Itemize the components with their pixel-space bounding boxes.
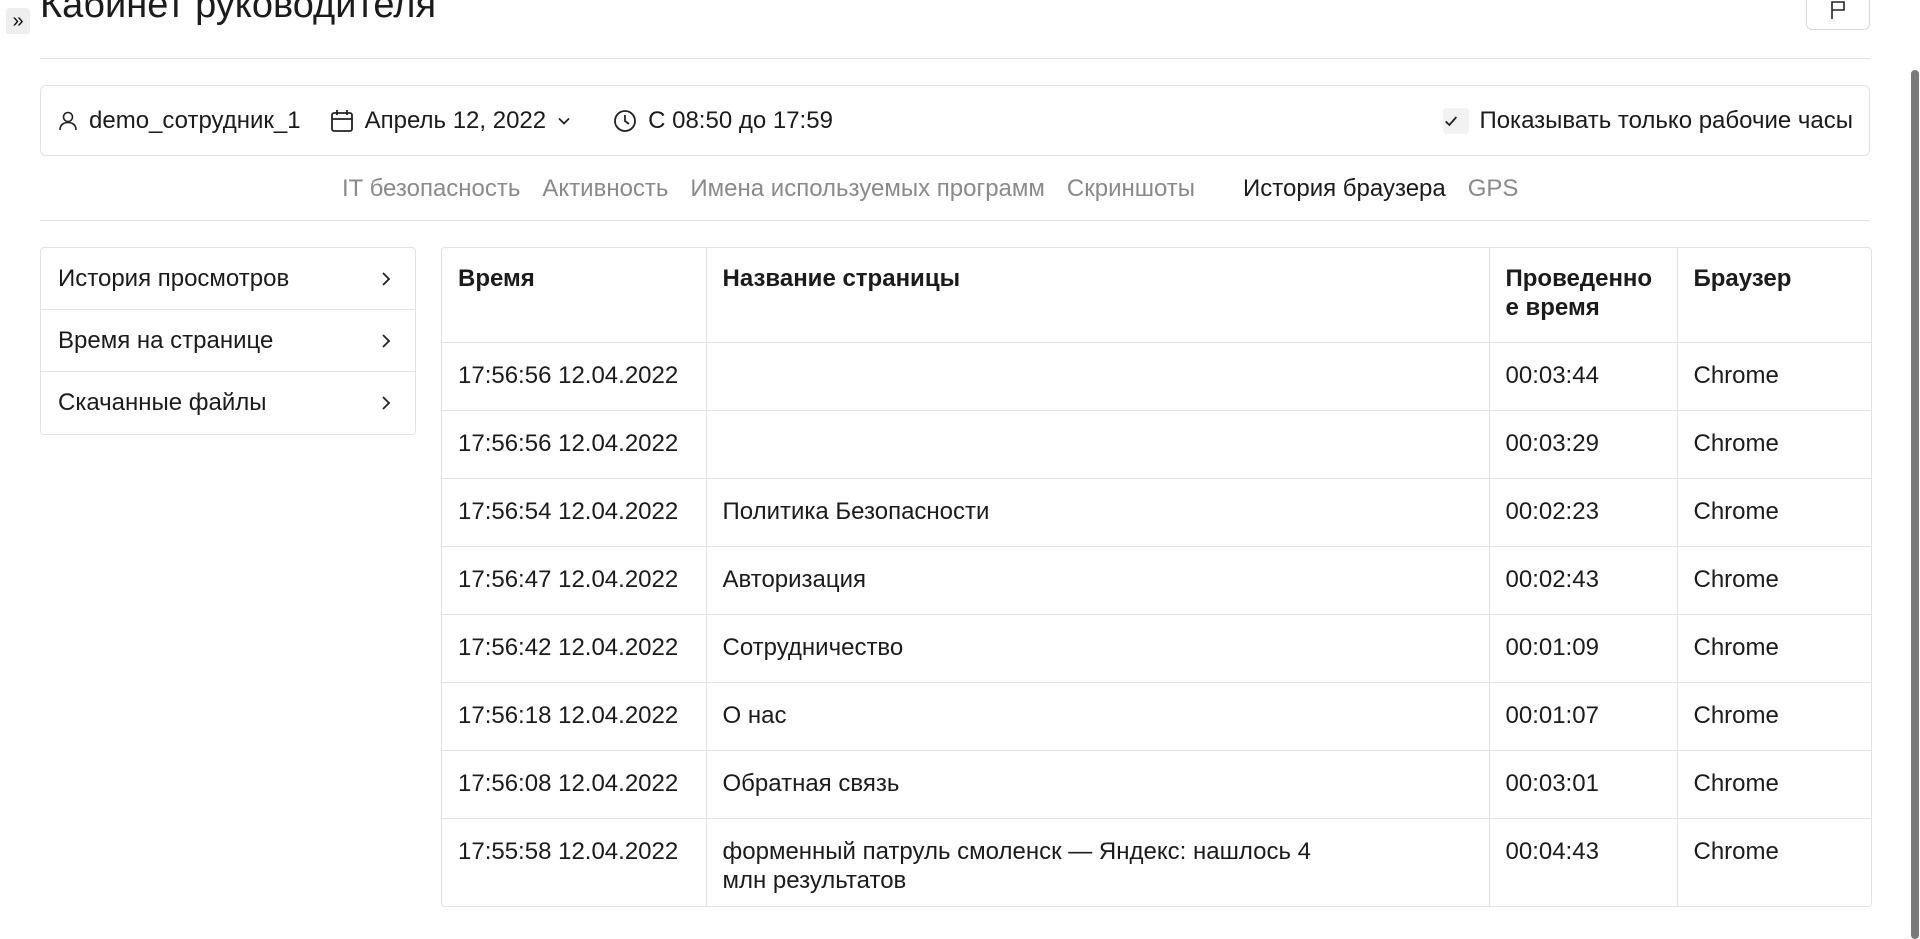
cell-page-title: О нас	[706, 682, 1490, 751]
user-selector[interactable]: demo_сотрудник_1	[57, 107, 301, 135]
time-range-value: С 08:50 до 17:59	[648, 106, 833, 134]
time-range: С 08:50 до 17:59	[612, 107, 833, 135]
table-header-row: Время Название страницы Проведенно е вре…	[442, 248, 1871, 343]
cell-duration: 00:03:29	[1489, 410, 1678, 479]
cell-time: 17:56:42 12.04.2022	[442, 614, 707, 683]
feedback-button[interactable]	[1806, 0, 1870, 30]
column-header-page-title: Название страницы	[706, 248, 1490, 343]
chevron-down-icon	[558, 117, 570, 125]
cell-duration: 00:02:43	[1489, 546, 1678, 615]
table-row: 17:56:18 12.04.2022 О нас 00:01:07 Chrom…	[442, 682, 1871, 751]
check-icon	[1445, 115, 1458, 126]
date-value: Апрель 12, 2022	[364, 106, 547, 134]
work-hours-label: Показывать только рабочие часы	[1479, 106, 1853, 134]
tabs-divider	[40, 220, 1870, 221]
cell-browser: Chrome	[1677, 614, 1871, 683]
cell-page-title	[706, 342, 1490, 411]
cell-page-title	[706, 410, 1490, 479]
cell-duration: 00:02:23	[1489, 478, 1678, 547]
flag-icon	[1831, 1, 1845, 19]
clock-icon	[614, 109, 637, 132]
sidenav-item-label: Время на странице	[58, 326, 274, 354]
cell-time: 17:55:58 12.04.2022	[442, 818, 707, 906]
cell-duration: 00:01:07	[1489, 682, 1678, 751]
cell-browser: Chrome	[1677, 478, 1871, 547]
cell-time: 17:56:08 12.04.2022	[442, 750, 707, 819]
cell-page-title: Обратная связь	[706, 750, 1490, 819]
user-icon	[59, 111, 77, 130]
cell-browser: Chrome	[1677, 342, 1871, 411]
cell-duration: 00:03:01	[1489, 750, 1678, 819]
cell-browser: Chrome	[1677, 546, 1871, 615]
sidenav-item-label: Скачанные файлы	[58, 389, 267, 416]
table-row: 17:56:08 12.04.2022 Обратная связь 00:03…	[442, 750, 1871, 819]
tab-screenshots[interactable]: Скриншоты	[1067, 172, 1195, 206]
cell-browser: Chrome	[1677, 750, 1871, 819]
page-scrollbar-thumb[interactable]	[1911, 70, 1919, 939]
table-row: 17:56:42 12.04.2022 Сотрудничество 00:01…	[442, 614, 1871, 683]
sidebar-expand-button[interactable]: »	[6, 8, 30, 34]
table-row: 17:56:56 12.04.2022 00:03:44 Chrome	[442, 342, 1871, 411]
filter-bar: demo_сотрудник_1 Апрель 12, 2022 С 08:50…	[40, 85, 1870, 156]
date-picker[interactable]: Апрель 12, 2022	[329, 107, 583, 135]
work-hours-checkbox[interactable]	[1443, 107, 1470, 134]
cell-page-title: Политика Безопасности	[706, 478, 1490, 547]
cell-duration: 00:03:44	[1489, 342, 1678, 411]
chevron-right-icon	[382, 333, 391, 348]
cell-browser: Chrome	[1677, 410, 1871, 479]
table-row: 17:56:56 12.04.2022 00:03:29 Chrome	[442, 410, 1871, 479]
table-row: 17:55:58 12.04.2022 форменный патруль см…	[442, 818, 1871, 906]
sidenav-item-time-on-page[interactable]: Время на странице	[41, 310, 415, 372]
sidenav-item-downloads[interactable]: Скачанные файлы	[41, 372, 415, 434]
calendar-icon	[330, 109, 353, 132]
chevron-right-icon	[382, 396, 391, 410]
column-header-duration: Проведенно е время	[1489, 248, 1678, 343]
sidenav-item-label: История просмотров	[58, 264, 290, 292]
table-row: 17:56:47 12.04.2022 Авторизация 00:02:43…	[442, 546, 1871, 615]
browser-history-sidenav: История просмотров Время на странице Ска…	[40, 247, 416, 435]
cell-duration: 00:04:43	[1489, 818, 1678, 906]
column-header-time: Время	[442, 248, 707, 343]
tab-gps[interactable]: GPS	[1468, 172, 1519, 206]
work-hours-only-toggle[interactable]: Показывать только рабочие часы	[1443, 107, 1853, 135]
tab-programs[interactable]: Имена используемых программ	[690, 172, 1044, 206]
cell-time: 17:56:47 12.04.2022	[442, 546, 707, 615]
tab-it-security[interactable]: IT безопасность	[342, 172, 520, 206]
tab-browser-history[interactable]: История браузера	[1243, 172, 1446, 206]
title-divider	[40, 58, 1870, 59]
cell-time: 17:56:56 12.04.2022	[442, 410, 707, 479]
table-row: 17:56:54 12.04.2022 Политика Безопасност…	[442, 478, 1871, 547]
browser-history-table: Время Название страницы Проведенно е вре…	[441, 247, 1872, 907]
section-tabs: IT безопасность Активность Имена использ…	[342, 172, 1540, 206]
tab-activity[interactable]: Активность	[542, 172, 668, 206]
cell-page-title: Сотрудничество	[706, 614, 1490, 683]
cell-duration: 00:01:09	[1489, 614, 1678, 683]
cell-time: 17:56:54 12.04.2022	[442, 478, 707, 547]
page-title: Кабинет руководителя	[40, 0, 437, 26]
cell-browser: Chrome	[1693, 837, 1779, 865]
sidenav-item-views-history[interactable]: История просмотров	[41, 248, 415, 310]
chevron-right-icon	[382, 271, 391, 286]
user-name: demo_сотрудник_1	[89, 106, 301, 134]
double-chevron-right-icon: »	[12, 10, 24, 32]
cell-page-title: Авторизация	[706, 546, 1490, 615]
cell-time: 17:56:56 12.04.2022	[442, 342, 707, 411]
cell-time: 17:56:18 12.04.2022	[442, 682, 707, 751]
column-header-browser: Браузер	[1677, 248, 1871, 343]
cell-page-title: форменный патруль смоленск — Яндекс: наш…	[706, 818, 1490, 906]
cell-browser: Chrome	[1677, 682, 1871, 751]
